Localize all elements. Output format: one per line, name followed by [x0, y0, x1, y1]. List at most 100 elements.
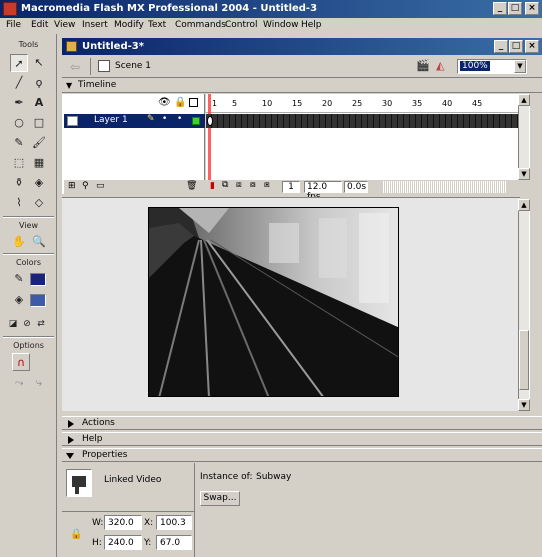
menu-view[interactable]: View — [54, 20, 75, 30]
layer-row[interactable]: Layer 1 ✎ • • — [64, 114, 205, 128]
menu-modify[interactable]: Modify — [114, 20, 144, 30]
brush-tool-icon[interactable]: 🖌 — [30, 134, 48, 152]
constrain-lock-icon[interactable]: 🔒 — [70, 529, 82, 540]
layer-name[interactable]: Layer 1 — [94, 115, 128, 125]
eyedropper-tool-icon[interactable]: ⌇ — [10, 194, 28, 212]
layer-frames[interactable] — [206, 114, 518, 128]
eraser-tool-icon[interactable]: ◇ — [30, 194, 48, 212]
timeline-vscroll[interactable]: ▲ ▼ — [518, 94, 530, 180]
scroll-down-icon[interactable]: ▼ — [518, 168, 530, 180]
stroke-color-swatch[interactable] — [30, 273, 46, 286]
frame-rate[interactable]: 12.0 fps — [304, 181, 342, 202]
edit-scene-icon[interactable]: 🎬 — [416, 59, 430, 72]
pen-tool-icon[interactable]: ✒ — [10, 94, 28, 112]
lock-icon[interactable]: 🔒 — [174, 97, 186, 108]
chevron-down-icon[interactable]: ▼ — [514, 60, 526, 73]
ruler-tick: 20 — [322, 99, 333, 108]
properties-panel-bar[interactable]: Properties — [62, 448, 542, 462]
paint-bucket-tool-icon[interactable]: ◈ — [30, 174, 48, 192]
zoom-value: 100% — [460, 61, 490, 71]
arrow-tool-icon[interactable]: ➚ — [10, 54, 28, 72]
expand-arrow-icon[interactable] — [68, 436, 74, 444]
doc-maximize-button[interactable]: □ — [509, 40, 523, 53]
scroll-up-icon[interactable]: ▲ — [518, 94, 530, 106]
help-panel-bar[interactable]: Help — [62, 432, 542, 446]
swap-button[interactable]: Swap... — [200, 491, 240, 506]
pencil-tool-icon[interactable]: ✎ — [10, 134, 28, 152]
fill-color-icon[interactable]: ◈ — [10, 291, 28, 309]
menu-help[interactable]: Help — [301, 20, 322, 30]
width-field[interactable]: 320.0 — [104, 515, 142, 530]
center-frame-icon[interactable]: ▮ — [210, 181, 215, 191]
actions-panel-bar[interactable]: Actions — [62, 416, 542, 430]
text-tool-icon[interactable]: A — [30, 94, 48, 112]
edit-multiple-frames-icon[interactable]: ⧇ — [250, 180, 256, 190]
fill-transform-tool-icon[interactable]: ▦ — [30, 154, 48, 172]
menu-edit[interactable]: Edit — [31, 20, 48, 30]
rectangle-tool-icon[interactable]: □ — [30, 114, 48, 132]
stage-scroll-up-icon[interactable]: ▲ — [518, 199, 530, 211]
edit-symbols-icon[interactable]: ◭ — [436, 59, 444, 72]
frame-grid[interactable]: 1 5 10 15 20 25 30 35 40 45 — [206, 94, 518, 194]
stage-scroll-thumb[interactable] — [519, 330, 529, 390]
outline-icon[interactable] — [189, 98, 198, 107]
symbol-type: Linked Video — [104, 475, 162, 485]
trash-icon[interactable]: 🗑 — [186, 181, 197, 191]
close-button[interactable]: × — [525, 2, 539, 15]
help-panel-label: Help — [82, 434, 103, 444]
subselect-tool-icon[interactable]: ↖ — [30, 54, 48, 72]
stroke-color-icon[interactable]: ✎ — [10, 270, 28, 288]
straighten-icon[interactable]: ⤷ — [30, 374, 48, 392]
zoom-select[interactable]: 100% ▼ — [457, 59, 527, 74]
document-title-bar[interactable]: Untitled-3* _ □ × — [62, 38, 542, 55]
onion-outline-icon[interactable]: ⧈ — [236, 180, 242, 190]
menu-text[interactable]: Text — [148, 20, 166, 30]
expand-arrow-icon[interactable] — [68, 420, 74, 428]
eye-icon[interactable]: 👁 — [158, 97, 171, 108]
playhead[interactable] — [208, 94, 211, 184]
doc-minimize-button[interactable]: _ — [494, 40, 508, 53]
layer-visible-dot[interactable]: • — [162, 114, 167, 124]
timeline-hscroll[interactable] — [382, 181, 506, 193]
menu-control[interactable]: Control — [225, 20, 258, 30]
frame-ruler[interactable]: 1 5 10 15 20 25 30 35 40 45 — [206, 94, 518, 113]
fill-color-swatch[interactable] — [30, 294, 46, 307]
ink-bottle-tool-icon[interactable]: ⚱ — [10, 174, 28, 192]
line-tool-icon[interactable]: ╱ — [10, 74, 28, 92]
smooth-icon[interactable]: ⤳ — [10, 374, 28, 392]
height-field[interactable]: 240.0 — [104, 535, 142, 550]
hand-tool-icon[interactable]: ✋ — [10, 233, 28, 251]
app-title-bar[interactable]: Macromedia Flash MX Professional 2004 - … — [0, 0, 542, 18]
keyframe[interactable] — [207, 116, 213, 126]
menu-file[interactable]: File — [6, 20, 21, 30]
insert-layer-icon[interactable]: ⊞ — [68, 181, 76, 191]
maximize-button[interactable]: □ — [508, 2, 522, 15]
timeline-collapse-icon[interactable]: ▼ — [66, 81, 72, 90]
y-field[interactable]: 67.0 — [156, 535, 192, 550]
lasso-tool-icon[interactable]: ϙ — [30, 74, 48, 92]
add-guide-layer-icon[interactable]: ⚲ — [82, 181, 89, 191]
x-field[interactable]: 100.3 — [156, 515, 192, 530]
modify-onion-markers-icon[interactable]: ⧆ — [264, 180, 270, 190]
menu-commands[interactable]: Commands — [175, 20, 226, 30]
minimize-button[interactable]: _ — [493, 2, 507, 15]
swap-colors-icon[interactable]: ⇄ — [32, 315, 50, 333]
layer-outline-color[interactable] — [192, 117, 200, 125]
stage-scroll-down-icon[interactable]: ▼ — [518, 399, 530, 411]
timeline-header[interactable]: ▼ Timeline — [62, 79, 542, 93]
layer-lock-dot[interactable]: • — [177, 114, 182, 124]
back-arrow-icon[interactable]: ⇦ — [70, 60, 80, 74]
subway-video-instance[interactable] — [148, 207, 399, 397]
insert-folder-icon[interactable]: ▭ — [96, 181, 105, 191]
free-transform-tool-icon[interactable]: ⬚ — [10, 154, 28, 172]
oval-tool-icon[interactable]: ○ — [10, 114, 28, 132]
collapse-arrow-icon[interactable] — [66, 453, 74, 459]
zoom-tool-icon[interactable]: 🔍 — [30, 233, 48, 251]
menu-insert[interactable]: Insert — [82, 20, 108, 30]
snap-magnet-icon[interactable]: ∩ — [12, 353, 30, 371]
menu-window[interactable]: Window — [263, 20, 299, 30]
ruler-tick: 40 — [442, 99, 453, 108]
onion-skin-icon[interactable]: ⧉ — [222, 180, 228, 190]
stage-vscroll[interactable]: ▲ ▼ — [518, 199, 530, 411]
doc-close-button[interactable]: × — [525, 40, 539, 53]
